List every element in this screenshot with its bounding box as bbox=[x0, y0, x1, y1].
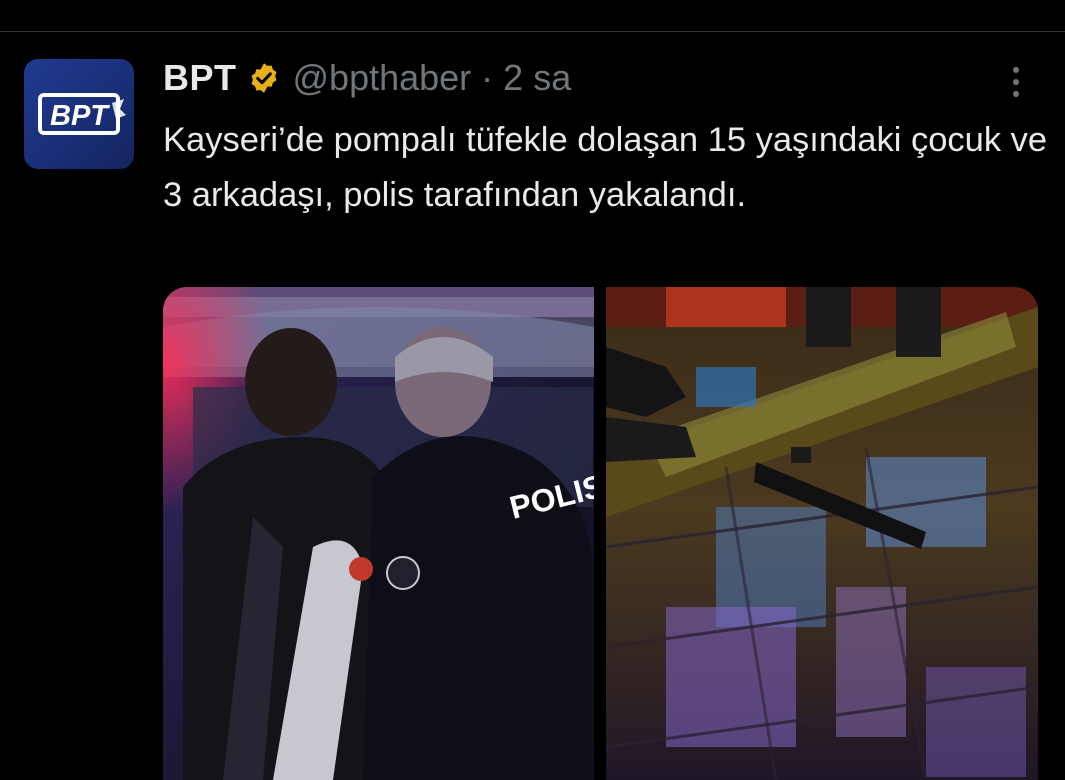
divider bbox=[0, 31, 1065, 32]
logo-text: BPT bbox=[50, 100, 110, 132]
timestamp[interactable]: 2 sa bbox=[503, 57, 571, 99]
tweet-screen: BPT BPT @bpthaber · 2 sa Kayseri’de pomp… bbox=[0, 0, 1065, 780]
more-options-icon[interactable] bbox=[998, 60, 1034, 104]
media-grid: POLIS bbox=[163, 287, 1038, 780]
tweet-text: Kayseri’de pompalı tüfekle dolaşan 15 ya… bbox=[163, 121, 1048, 214]
display-name[interactable]: BPT bbox=[163, 57, 237, 99]
separator-dot: · bbox=[481, 57, 494, 98]
media-photo-1[interactable]: POLIS bbox=[163, 287, 594, 780]
avatar[interactable]: BPT bbox=[24, 59, 134, 169]
media-photo-2[interactable] bbox=[606, 287, 1038, 780]
verified-badge-icon[interactable] bbox=[247, 61, 281, 95]
tweet-header: BPT @bpthaber · 2 sa bbox=[163, 55, 571, 101]
bpt-logo: BPT bbox=[38, 93, 126, 135]
handle[interactable]: @bpthaber bbox=[293, 57, 472, 99]
